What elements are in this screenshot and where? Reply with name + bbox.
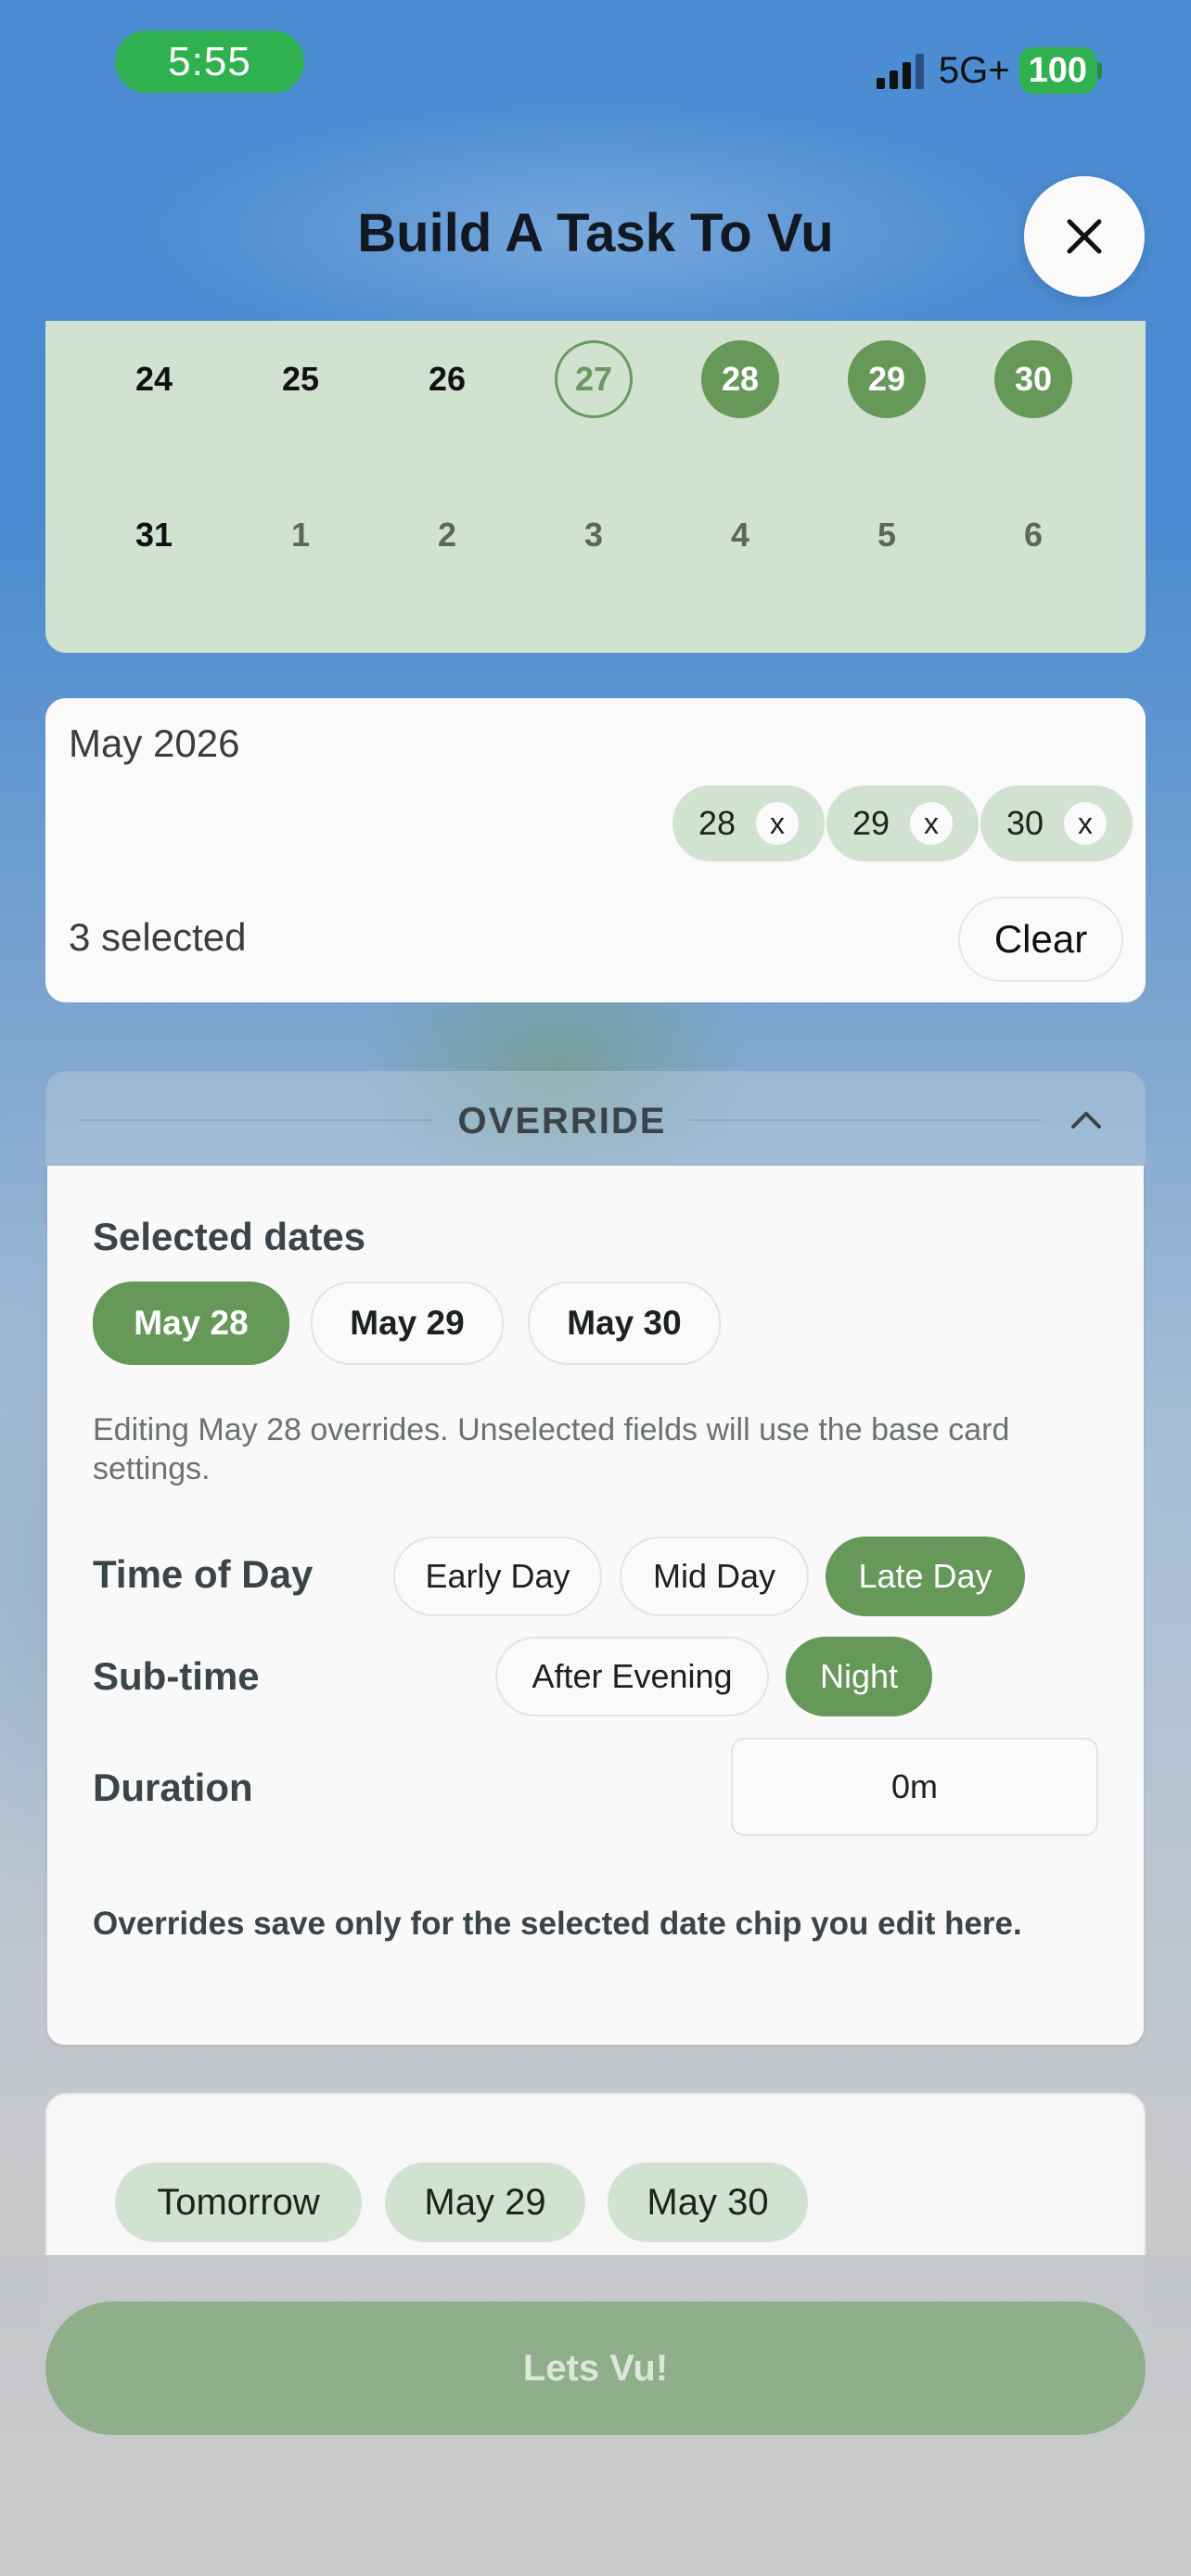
calendar-day[interactable]: 6 xyxy=(994,496,1072,574)
date-tab-may-30[interactable]: May 30 xyxy=(528,1282,721,1365)
calendar-day[interactable]: 29 xyxy=(848,340,926,418)
override-section-header[interactable]: OVERRIDE xyxy=(45,1071,1146,1166)
override-panel: Selected dates May 28 May 29 May 30 Edit… xyxy=(47,1166,1144,2045)
calendar-day[interactable]: 28 xyxy=(701,340,779,418)
network-type: 5G+ xyxy=(938,49,1010,91)
quick-date-chip[interactable]: Tomorrow xyxy=(115,2162,362,2242)
chip-label: 30 xyxy=(1005,804,1044,842)
time-of-day-mid[interactable]: Mid Day xyxy=(620,1537,809,1616)
quick-date-chip[interactable]: May 30 xyxy=(608,2162,808,2242)
battery-icon: 100 xyxy=(1018,47,1096,94)
subtime-label: Sub-time xyxy=(93,1654,260,1698)
quick-date-chip[interactable]: May 29 xyxy=(385,2162,585,2242)
calendar-week: 24 25 26 27 28 29 30 xyxy=(45,338,1146,421)
calendar-day[interactable]: 31 xyxy=(115,496,193,574)
status-indicators: 5G+ 100 xyxy=(876,43,1102,98)
selected-date-chip[interactable]: 29 x xyxy=(826,785,979,861)
override-footnote: Overrides save only for the selected dat… xyxy=(93,1906,1022,1942)
override-title: OVERRIDE xyxy=(457,1101,667,1141)
page-title: Build A Task To Vu xyxy=(357,203,834,263)
date-tab-may-29[interactable]: May 29 xyxy=(311,1282,504,1365)
calendar-day[interactable]: 30 xyxy=(994,340,1072,418)
selected-count: 3 selected xyxy=(69,915,247,959)
selected-date-chip[interactable]: 30 x xyxy=(980,785,1133,861)
calendar-day[interactable]: 27 xyxy=(555,340,633,418)
calendar-week: 31 1 2 3 4 5 6 xyxy=(45,493,1146,577)
selected-dates-label: Selected dates xyxy=(93,1215,366,1258)
calendar-grid: 24 25 26 27 28 29 30 31 1 2 3 4 5 6 xyxy=(45,321,1146,653)
chevron-up-icon[interactable] xyxy=(1068,1104,1105,1132)
time-of-day-label: Time of Day xyxy=(93,1552,314,1596)
calendar-day[interactable]: 3 xyxy=(555,496,633,574)
calendar-day[interactable]: 2 xyxy=(408,496,486,574)
calendar-day[interactable]: 4 xyxy=(701,496,779,574)
lets-vu-button[interactable]: Lets Vu! xyxy=(45,2302,1146,2435)
selected-date-chip[interactable]: 28 x xyxy=(672,785,825,861)
calendar-day[interactable]: 5 xyxy=(848,496,926,574)
close-icon xyxy=(1067,219,1102,254)
subtime-night[interactable]: Night xyxy=(786,1637,932,1716)
calendar-day[interactable]: 24 xyxy=(115,340,193,418)
remove-chip-button[interactable]: x xyxy=(910,802,954,845)
selection-card: May 2026 28 x 29 x 30 x 3 selected Clear xyxy=(45,698,1146,1002)
duration-input[interactable]: 0m xyxy=(731,1738,1098,1836)
calendar-day[interactable]: 26 xyxy=(408,340,486,418)
battery-cap xyxy=(1097,62,1102,79)
date-tab-may-28[interactable]: May 28 xyxy=(93,1282,289,1365)
override-note: Editing May 28 overrides. Unselected fie… xyxy=(93,1412,1010,1486)
duration-label: Duration xyxy=(93,1766,253,1809)
calendar-day[interactable]: 1 xyxy=(262,496,339,574)
time-of-day-late[interactable]: Late Day xyxy=(826,1537,1025,1616)
time-of-day-early[interactable]: Early Day xyxy=(393,1537,602,1616)
remove-chip-button[interactable]: x xyxy=(756,802,800,845)
close-button[interactable] xyxy=(1024,176,1145,297)
status-time: 5:55 xyxy=(115,31,304,93)
remove-chip-button[interactable]: x xyxy=(1064,802,1108,845)
calendar-day[interactable]: 25 xyxy=(262,340,339,418)
signal-icon xyxy=(876,52,924,89)
clear-button[interactable]: Clear xyxy=(958,897,1123,982)
subtime-after-evening[interactable]: After Evening xyxy=(495,1637,769,1716)
selection-month: May 2026 xyxy=(69,721,240,765)
chip-label: 28 xyxy=(698,804,736,842)
selected-date-chips: 28 x 29 x 30 x xyxy=(672,785,1133,861)
chip-label: 29 xyxy=(852,804,890,842)
